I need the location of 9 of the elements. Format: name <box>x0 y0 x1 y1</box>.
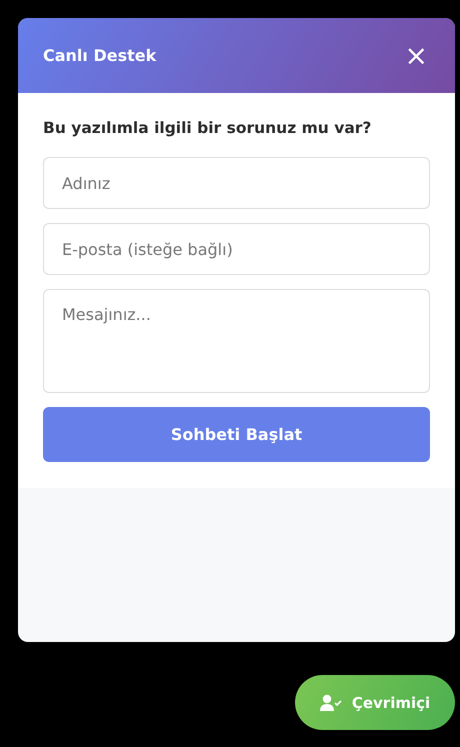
status-button[interactable]: Çevrimiçi <box>295 675 455 730</box>
input-field[interactable]: E-posta (isteğe bağlı) <box>43 223 430 275</box>
user-check-icon <box>320 694 342 712</box>
close-button[interactable]: × <box>402 42 430 70</box>
start-chat-button[interactable]: Sohbeti Başlat <box>43 407 430 462</box>
input-field[interactable]: Adınız <box>43 157 430 209</box>
panel-title: Canlı Destek <box>43 46 156 65</box>
message-field[interactable]: Mesajınız... <box>43 289 430 393</box>
question-text: Bu yazılımla ilgili bir sorunuz mu var? <box>43 119 372 137</box>
